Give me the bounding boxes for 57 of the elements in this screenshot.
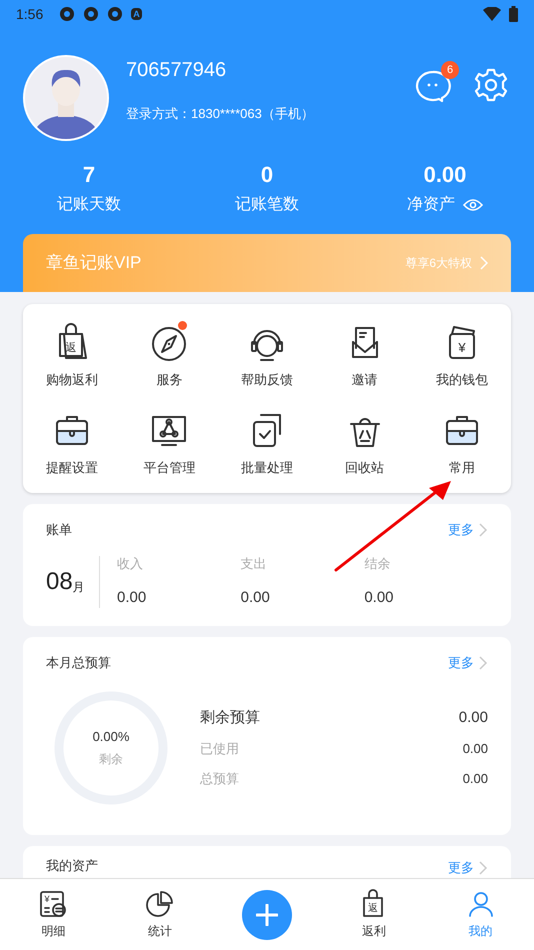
bill-column-value: 0.00 [364, 588, 395, 608]
budget-value: 0.00 [462, 740, 488, 758]
shortcut-item[interactable]: 平台管理 [120, 410, 218, 477]
plus-icon [256, 904, 278, 926]
stat-value: 7 [82, 161, 96, 189]
username: 706577946 [126, 58, 228, 82]
notification-icon [107, 6, 124, 22]
card-title: 本月总预算 [46, 654, 111, 672]
shortcut-item[interactable]: 常用 [413, 410, 511, 477]
shortcut-item[interactable]: 帮助反馈 [218, 322, 316, 390]
budget-label: 已使用 [200, 740, 239, 758]
stat-label: 记账笔数 [235, 195, 299, 215]
chevron-right-icon [480, 256, 488, 270]
bill-column-label: 收入 [117, 554, 144, 572]
nav-tab[interactable]: ¥ 明细 [0, 889, 107, 940]
vip-title: 章鱼记账VIP [46, 252, 142, 274]
month-unit: 月 [72, 578, 85, 596]
bill-column-value: 0.00 [240, 588, 271, 608]
shortcut-item[interactable]: 服务 [120, 322, 218, 390]
shortcut-item[interactable]: 回收站 [316, 410, 414, 477]
battery-icon [509, 6, 518, 22]
budget-label: 剩余预算 [200, 708, 260, 728]
budget-value: 0.00 [458, 708, 488, 728]
bill-month: 08 [46, 568, 73, 596]
settings-icon [473, 67, 509, 103]
nav-tab[interactable]: 返 返利 [320, 889, 428, 940]
chevron-right-icon [478, 860, 488, 876]
message-count-badge: 6 [441, 61, 459, 79]
stat-value: 0.00 [424, 161, 466, 189]
shortcut-item[interactable]: 邀请 [316, 322, 414, 390]
budget-percent: 0.00% [92, 728, 130, 746]
budget-percent-label: 剩余 [99, 751, 123, 768]
shortcut-item[interactable]: ¥ 我的钱包 [413, 322, 511, 390]
notification-letter: A [131, 8, 142, 20]
settings-button[interactable] [473, 67, 509, 103]
stat-value: 0 [260, 161, 274, 189]
stat-label: 记账天数 [57, 195, 121, 215]
notification-icon [83, 6, 100, 22]
card-title: 我的资产 [46, 858, 98, 874]
bill-column-label: 结余 [364, 554, 392, 572]
eye-icon[interactable] [463, 198, 483, 212]
bill-column-label: 支出 [240, 554, 268, 572]
pie-chart-icon [145, 889, 176, 919]
wifi-icon [483, 7, 501, 21]
login-method: 登录方式：1830****063（手机） [126, 105, 314, 123]
nav-tab[interactable]: 统计 [106, 889, 214, 940]
bill-column-value: 0.00 [117, 588, 148, 608]
stat-label: 净资产 [407, 194, 455, 215]
budget-value: 0.00 [462, 770, 488, 788]
shortcut-item[interactable]: 提醒设置 [23, 410, 121, 477]
budget-label: 总预算 [200, 770, 239, 788]
chevron-right-icon [478, 654, 488, 671]
notification-icon [59, 6, 76, 22]
shortcut-item[interactable]: 批量处理 [218, 410, 316, 477]
status-time: 1:56 [16, 4, 44, 24]
card-title: 账单 [46, 521, 72, 539]
chevron-right-icon [478, 522, 488, 538]
